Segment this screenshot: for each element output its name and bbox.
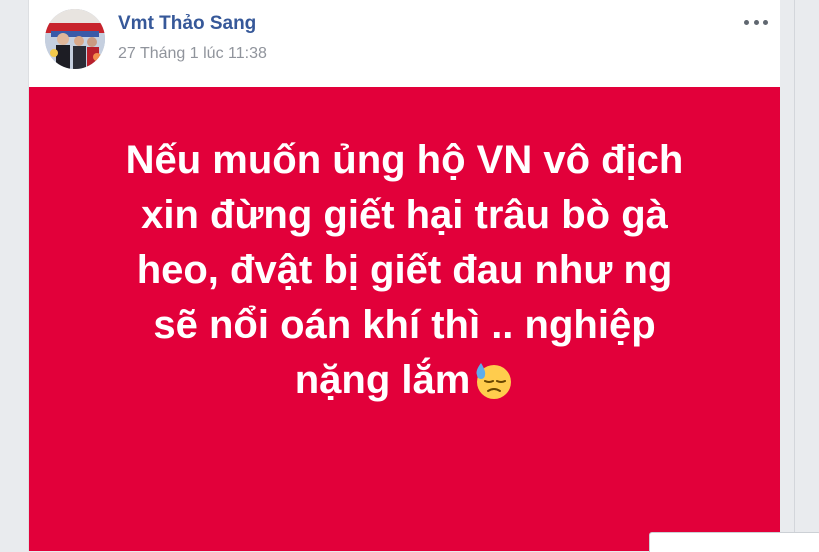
profile-photo-icon: [45, 9, 105, 69]
ellipsis-icon: [744, 19, 749, 25]
post-card: Vmt Thảo Sang 27 Tháng 1 lúc 11:38 Nếu m…: [28, 0, 781, 551]
post-text-last-line: nặng lắm: [69, 353, 740, 408]
more-options-button[interactable]: [744, 16, 768, 28]
post-text-line: heo, đvật bị giết đau như ng: [136, 248, 673, 292]
scrollbar-track[interactable]: [794, 0, 795, 551]
post-timestamp[interactable]: 27 Tháng 1 lúc 11:38: [118, 45, 267, 63]
chat-tab-widget[interactable]: [649, 532, 819, 552]
post-text-line: nặng lắm: [294, 358, 471, 402]
author-avatar[interactable]: [45, 9, 105, 69]
author-name-link[interactable]: Vmt Thảo Sang: [118, 13, 256, 35]
post-text-line: Nếu muốn ủng hộ VN vô địch: [125, 138, 684, 182]
ellipsis-icon: [753, 19, 759, 25]
post-text-line: xin đừng giết hại trâu bò gà: [141, 193, 668, 237]
right-side-panel: [780, 0, 819, 551]
downcast-face-with-sweat-icon: [476, 363, 512, 399]
ellipsis-icon: [763, 19, 768, 25]
post-text-line: sẽ nổi oán khí thì .. nghiệp: [153, 303, 656, 347]
post-text: Nếu muốn ủng hộ VN vô địch xin đừng giết…: [69, 133, 740, 408]
